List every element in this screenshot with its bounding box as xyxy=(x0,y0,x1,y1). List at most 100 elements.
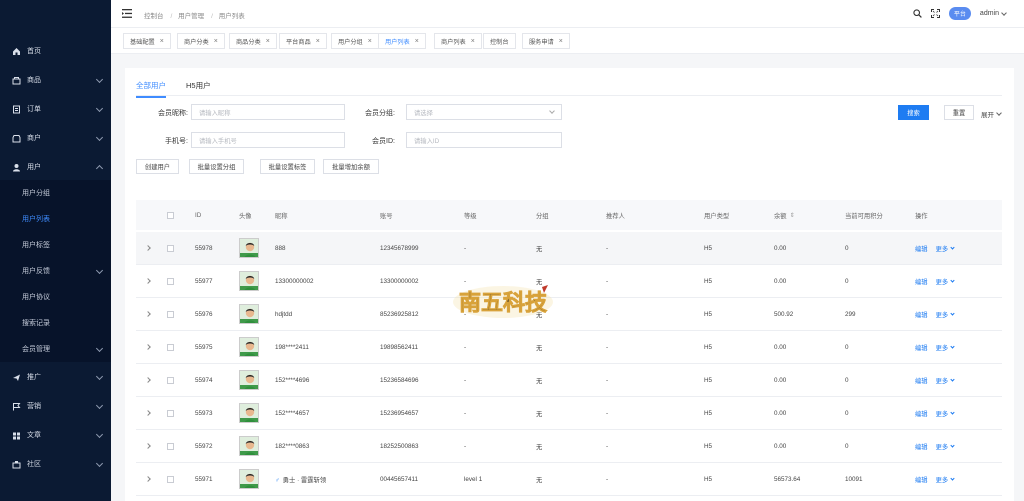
tab-item[interactable]: 商户列表 × xyxy=(434,33,482,49)
edit-link[interactable]: 编辑 xyxy=(915,246,928,253)
checkbox-cell[interactable] xyxy=(167,430,174,462)
close-icon[interactable]: × xyxy=(559,38,563,45)
fullscreen-icon[interactable] xyxy=(930,9,940,18)
row-checkbox[interactable] xyxy=(167,376,174,384)
table-row[interactable]: 55971 00445657411 level 1 无 - H5 56573.64 10091… xyxy=(136,463,1002,496)
checkbox-cell[interactable] xyxy=(167,298,174,330)
sidebar-subitem-3[interactable]: 用户反馈 xyxy=(0,258,111,284)
edit-link[interactable]: 编辑 xyxy=(915,411,928,418)
member-id-input[interactable]: 请输入ID xyxy=(406,132,562,148)
sidebar-item-t2[interactable]: 订单 xyxy=(0,95,111,123)
row-checkbox[interactable] xyxy=(167,343,174,351)
tab-item[interactable]: 商户分类 × xyxy=(177,33,225,49)
row-checkbox[interactable] xyxy=(167,442,174,450)
expand-cell[interactable] xyxy=(145,265,151,297)
more-dropdown[interactable]: 更多 xyxy=(936,310,955,319)
tab-item[interactable]: 服务申请 × xyxy=(522,33,570,49)
table-row[interactable]: 55973 15236954657 - 无 - H5 0.00 0 152****4657 编辑更… xyxy=(136,397,1002,430)
more-dropdown[interactable]: 更多 xyxy=(936,343,955,352)
tab-item[interactable]: 控制台 xyxy=(483,33,516,49)
close-icon[interactable]: × xyxy=(266,38,270,45)
sidebar-item-t1[interactable]: 商品 xyxy=(0,66,111,94)
row-checkbox[interactable] xyxy=(167,244,174,252)
chevron-right-icon[interactable] xyxy=(145,443,151,449)
checkbox-cell[interactable] xyxy=(167,331,174,363)
edit-link[interactable]: 编辑 xyxy=(915,378,928,385)
table-row[interactable]: 55974 15236584696 - 无 - H5 0.00 0 152****4696 编辑更… xyxy=(136,364,1002,397)
close-icon[interactable]: × xyxy=(415,38,419,45)
batch-set-group-button[interactable]: 批量设置分组 xyxy=(189,159,244,174)
chevron-right-icon[interactable] xyxy=(145,278,151,284)
more-dropdown[interactable]: 更多 xyxy=(936,277,955,286)
close-icon[interactable]: × xyxy=(471,38,475,45)
sidebar-item-t3[interactable]: 商户 xyxy=(0,124,111,152)
checkbox-cell[interactable] xyxy=(167,265,174,297)
batch-add-balance-button[interactable]: 批量增加余额 xyxy=(323,159,379,174)
row-checkbox[interactable] xyxy=(167,277,174,285)
checkbox-cell[interactable] xyxy=(167,232,174,264)
expand-cell[interactable] xyxy=(145,298,151,330)
reset-button[interactable]: 重置 xyxy=(944,105,974,120)
edit-link[interactable]: 编辑 xyxy=(915,312,928,319)
phone-input[interactable]: 请输入手机号 xyxy=(191,132,345,148)
checkbox-cell[interactable] xyxy=(167,397,174,429)
sidebar-subitem-0[interactable]: 用户分组 xyxy=(0,180,111,206)
search-icon[interactable] xyxy=(913,9,922,18)
row-checkbox[interactable] xyxy=(167,475,174,483)
column-header[interactable]: 余额 ⇕ xyxy=(774,200,795,230)
nickname-input[interactable]: 请输入昵称 xyxy=(191,104,345,120)
tab-item[interactable]: 用户列表 × xyxy=(378,33,426,49)
sidebar-item-b3[interactable]: 社区 xyxy=(0,450,111,478)
close-icon[interactable]: × xyxy=(214,38,218,45)
table-row[interactable]: 55976 85236925812- 无 - H5 500.92 299 hdjtdd 编辑 更多 xyxy=(136,298,1002,331)
expand-cell[interactable] xyxy=(145,232,151,264)
select-all-checkbox[interactable] xyxy=(167,211,174,219)
row-checkbox[interactable] xyxy=(167,310,174,318)
search-button[interactable]: 搜索 xyxy=(898,105,929,120)
tab-item[interactable]: 商品分类 × xyxy=(229,33,277,49)
group-select[interactable]: 请选择 xyxy=(406,104,562,120)
sidebar-subitem-4[interactable]: 用户协议 xyxy=(0,284,111,310)
table-row[interactable]: 55972 18252500863 - 无 - H5 0.00 0 182****0863 编辑更… xyxy=(136,430,1002,463)
expand-cell[interactable] xyxy=(145,397,151,429)
tab-item[interactable]: 基础配置 × xyxy=(123,33,171,49)
table-row[interactable]: 55978 12345678999 - 无 - H5 0.00 0 888 编辑 更多 xyxy=(136,232,1002,265)
breadcrumb-item[interactable]: 控制台 xyxy=(144,13,164,20)
edit-link[interactable]: 编辑 xyxy=(915,279,928,286)
expand-cell[interactable] xyxy=(145,331,151,363)
create-user-button[interactable]: 创建用户 xyxy=(136,159,179,174)
edit-link[interactable]: 编辑 xyxy=(915,444,928,451)
sidebar-subitem-6[interactable]: 会员管理 xyxy=(0,336,111,362)
chevron-right-icon[interactable] xyxy=(145,410,151,416)
sidebar-item-b1[interactable]: 营销 xyxy=(0,392,111,420)
close-icon[interactable]: × xyxy=(316,38,320,45)
sidebar-item-t0[interactable]: 首页 xyxy=(0,37,111,65)
expand-cell[interactable] xyxy=(145,463,151,495)
sort-icon[interactable]: ⇕ xyxy=(790,212,795,219)
checkbox-cell[interactable] xyxy=(167,463,174,495)
sidebar-subitem-1[interactable]: 用户列表 xyxy=(0,206,111,232)
chevron-right-icon[interactable] xyxy=(145,476,151,482)
close-icon[interactable]: × xyxy=(160,38,164,45)
tab-item[interactable]: 用户分组 × xyxy=(331,33,379,49)
chevron-right-icon[interactable] xyxy=(145,377,151,383)
breadcrumb-item[interactable]: 用户管理 xyxy=(178,13,204,20)
expand-cell[interactable] xyxy=(145,364,151,396)
edit-link[interactable]: 编辑 xyxy=(915,477,928,484)
edit-link[interactable]: 编辑 xyxy=(915,345,928,352)
expand-cell[interactable] xyxy=(145,430,151,462)
checkbox-cell[interactable] xyxy=(167,364,174,396)
expand-button[interactable]: 展开 xyxy=(981,109,1002,119)
batch-set-tag-button[interactable]: 批量设置标签 xyxy=(260,159,315,174)
more-dropdown[interactable]: 更多 xyxy=(936,376,955,385)
more-dropdown[interactable]: 更多 xyxy=(936,475,955,484)
sidebar-subitem-2[interactable]: 用户标签 xyxy=(0,232,111,258)
tab-item[interactable]: 平台商品 × xyxy=(279,33,327,49)
menu-toggle-icon[interactable] xyxy=(122,9,132,18)
more-dropdown[interactable]: 更多 xyxy=(936,442,955,451)
sidebar-item-b0[interactable]: 推广 xyxy=(0,363,111,391)
sidebar-item-b2[interactable]: 文章 xyxy=(0,421,111,449)
row-checkbox[interactable] xyxy=(167,409,174,417)
table-row[interactable]: 55975 19898562411 - 无 - H5 0.00 0 198****2411 编辑更… xyxy=(136,331,1002,364)
sidebar-subitem-5[interactable]: 搜索记录 xyxy=(0,310,111,336)
